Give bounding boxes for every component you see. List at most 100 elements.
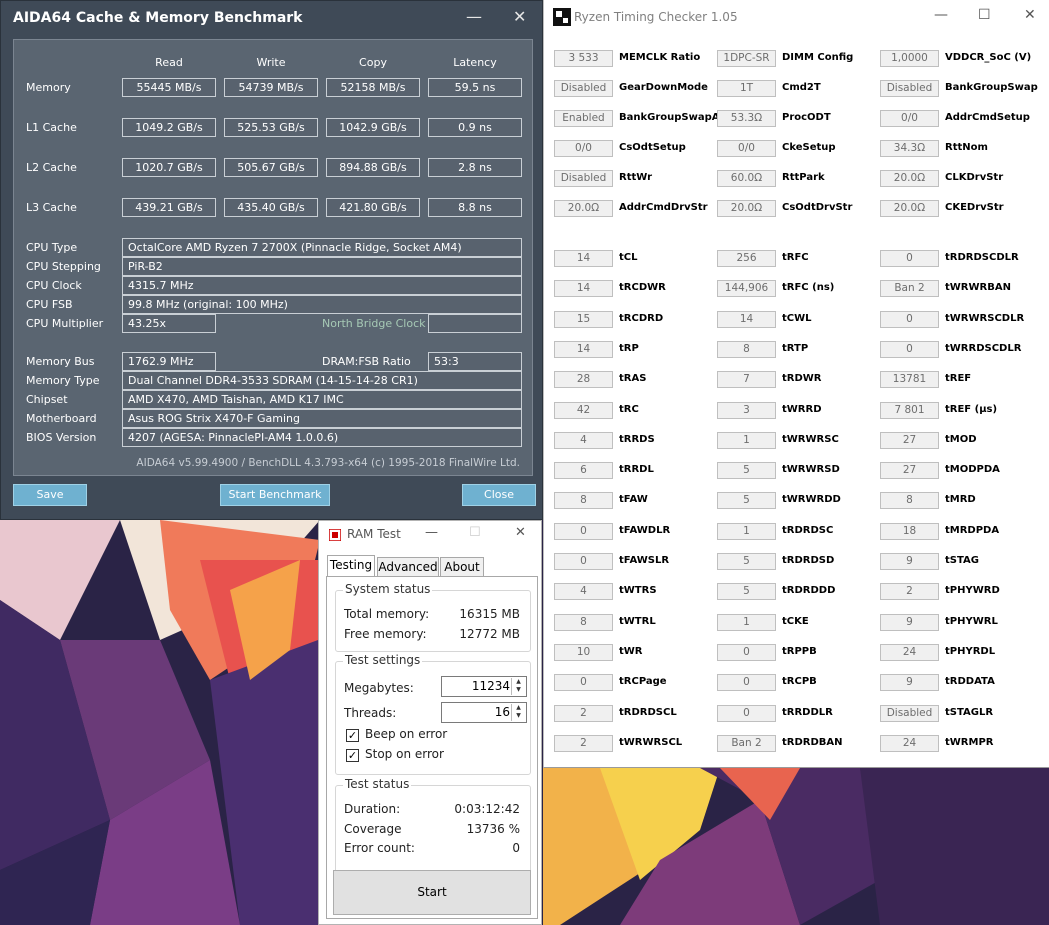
maximize-icon[interactable]: ☐	[978, 7, 991, 23]
row-label-l1-cache: L1 Cache	[26, 121, 77, 134]
rtc-label-trdrddd: tRDRDDD	[782, 585, 836, 597]
rtc-value-ckedrvstr: 20.0Ω	[880, 200, 939, 217]
maximize-icon: ☐	[469, 525, 481, 540]
coverage-value: 13736 %	[466, 822, 520, 836]
ram-test-app-icon	[329, 529, 341, 541]
rtc-label-trrdl: tRRDL	[619, 464, 654, 476]
rtc-value-csodtsetup: 0/0	[554, 140, 613, 157]
rtc-label-trcpb: tRCPB	[782, 676, 817, 688]
rtc-label-twrmpr: tWRMPR	[945, 736, 994, 748]
cpu-fsb-label: CPU FSB	[26, 298, 73, 311]
aida64-title: AIDA64 Cache & Memory Benchmark	[13, 10, 303, 26]
rtc-value-twr: 10	[554, 643, 613, 661]
rtc-value-twrwrscdlr: 0	[880, 310, 939, 328]
start-button[interactable]: Start	[333, 870, 531, 915]
minimize-icon[interactable]: —	[425, 525, 438, 540]
rtc-label-trcdwr: tRCDWR	[619, 282, 666, 294]
rtc-label-trddata: tRDDATA	[945, 676, 995, 688]
rtc-value-cmd2t: 1T	[717, 80, 776, 97]
rtc-value-tmrdpda: 18	[880, 522, 939, 540]
close-button[interactable]: Close	[462, 484, 536, 506]
rtc-value-addrcmddrvstr: 20.0Ω	[554, 200, 613, 217]
rtc-label-geardownmode: GearDownMode	[619, 82, 708, 93]
rtc-value-trcdwr: 14	[554, 280, 613, 298]
rtc-value-trrdl: 6	[554, 462, 613, 480]
tab-about[interactable]: About	[440, 557, 484, 577]
tab-testing[interactable]: Testing	[327, 555, 375, 577]
memory-copy-value: 52158 MB/s	[326, 78, 420, 97]
tab-advanced[interactable]: Advanced	[377, 557, 439, 577]
rtc-label-tmrd: tMRD	[945, 494, 976, 506]
rtc-label-rttpark: RttPark	[782, 172, 825, 183]
close-icon[interactable]: ✕	[513, 7, 526, 26]
stop-on-error-checkbox[interactable]: ✓	[346, 749, 359, 762]
rtc-label-tcke: tCKE	[782, 615, 809, 627]
north-bridge-clock-value	[428, 314, 522, 333]
rtc-value-trdwr: 7	[717, 371, 776, 389]
megabytes-spin-arrows[interactable]: ▲ ▼	[511, 678, 525, 695]
rtc-value-trrds: 4	[554, 431, 613, 449]
app-icon	[553, 8, 571, 26]
rtc-value-bankgroupswap: Disabled	[880, 80, 939, 97]
rtc-label-addrcmddrvstr: AddrCmdDrvStr	[619, 202, 708, 213]
testing-tab-pane: System status Total memory: 16315 MB Fre…	[326, 576, 538, 919]
rtc-value-twrwrsd: 5	[717, 462, 776, 480]
memory-type-label: Memory Type	[26, 374, 100, 387]
cpu-stepping-value: PiR-B2	[122, 257, 522, 276]
threads-stepper[interactable]: 16 ▲ ▼	[441, 702, 527, 723]
row-label-l2-cache: L2 Cache	[26, 161, 77, 174]
l2-latency-value: 2.8 ns	[428, 158, 522, 177]
rtc-value-tmodpda: 27	[880, 462, 939, 480]
threads-spin-arrows[interactable]: ▲ ▼	[511, 704, 525, 721]
rtc-value-geardownmode: Disabled	[554, 80, 613, 97]
chevron-up-icon[interactable]: ▲	[512, 678, 525, 686]
rtc-value-tcwl: 14	[717, 310, 776, 328]
megabytes-stepper[interactable]: 11234 ▲ ▼	[441, 676, 527, 697]
minimize-icon[interactable]: —	[934, 7, 948, 23]
duration-label: Duration:	[344, 802, 401, 816]
rtc-value-trcdrd: 15	[554, 310, 613, 328]
system-status-group: System status Total memory: 16315 MB Fre…	[335, 582, 531, 652]
column-header-write: Write	[256, 56, 286, 69]
rtc-label-memclk-ratio: MEMCLK Ratio	[619, 52, 701, 63]
stop-on-error-label[interactable]: Stop on error	[365, 747, 444, 761]
cpu-type-value: OctalCore AMD Ryzen 7 2700X (Pinnacle Ri…	[122, 238, 522, 257]
rtc-value-tfawslr: 0	[554, 553, 613, 570]
rtc-label-tfaw: tFAW	[619, 494, 648, 506]
rtc-label-clkdrvstr: CLKDrvStr	[945, 172, 1004, 183]
minimize-icon[interactable]: —	[466, 7, 482, 26]
save-button[interactable]: Save	[13, 484, 87, 506]
rtc-label-trfc-ns: tRFC (ns)	[782, 282, 835, 294]
rtc-value-dimm-config: 1DPC-SR	[717, 50, 776, 67]
close-icon[interactable]: ✕	[1024, 7, 1036, 23]
close-icon[interactable]: ✕	[515, 525, 526, 540]
rtc-label-cmd2t: Cmd2T	[782, 82, 821, 93]
rtc-value-tstaglr: Disabled	[880, 704, 939, 722]
rtc-label-rttwr: RttWr	[619, 172, 653, 183]
rtc-label-vddcr-soc-v: VDDCR_SoC (V)	[945, 52, 1032, 63]
ryzen-timing-checker-window: Ryzen Timing Checker 1.05 — ☐ ✕ 3 533 MEM…	[543, 0, 1049, 768]
rtc-value-tmrd: 8	[880, 492, 939, 510]
beep-on-error-checkbox[interactable]: ✓	[346, 729, 359, 742]
ramtest-titlebar: RAM Test — ☐ ✕	[319, 521, 541, 549]
rtc-label-twtrs: tWTRS	[619, 585, 657, 597]
rtc-value-rttnom: 34.3Ω	[880, 140, 939, 157]
cpu-multiplier-value: 43.25x	[122, 314, 216, 333]
benchmark-panel: Read Write Copy Latency Memory 55445 MB/…	[13, 39, 533, 476]
chevron-down-icon[interactable]: ▼	[512, 712, 525, 720]
chevron-up-icon[interactable]: ▲	[512, 704, 525, 712]
l2-write-value: 505.67 GB/s	[224, 158, 318, 177]
rtc-label-twrwrscdlr: tWRWRSCDLR	[945, 312, 1025, 324]
rtc-value-csodtdrvstr: 20.0Ω	[717, 200, 776, 217]
beep-on-error-label[interactable]: Beep on error	[365, 727, 447, 741]
cpu-clock-value: 4315.7 MHz	[122, 276, 522, 295]
rtc-value-tmod: 27	[880, 431, 939, 449]
rtc-value-addrcmdsetup: 0/0	[880, 110, 939, 127]
rtc-label-tcwl: tCWL	[782, 312, 812, 324]
rtc-value-tstag: 9	[880, 553, 939, 570]
chevron-down-icon[interactable]: ▼	[512, 686, 525, 694]
megabytes-value[interactable]: 11234	[472, 679, 510, 693]
rtc-label-rttnom: RttNom	[945, 142, 988, 153]
threads-value[interactable]: 16	[495, 705, 510, 719]
start-benchmark-button[interactable]: Start Benchmark	[220, 484, 330, 506]
